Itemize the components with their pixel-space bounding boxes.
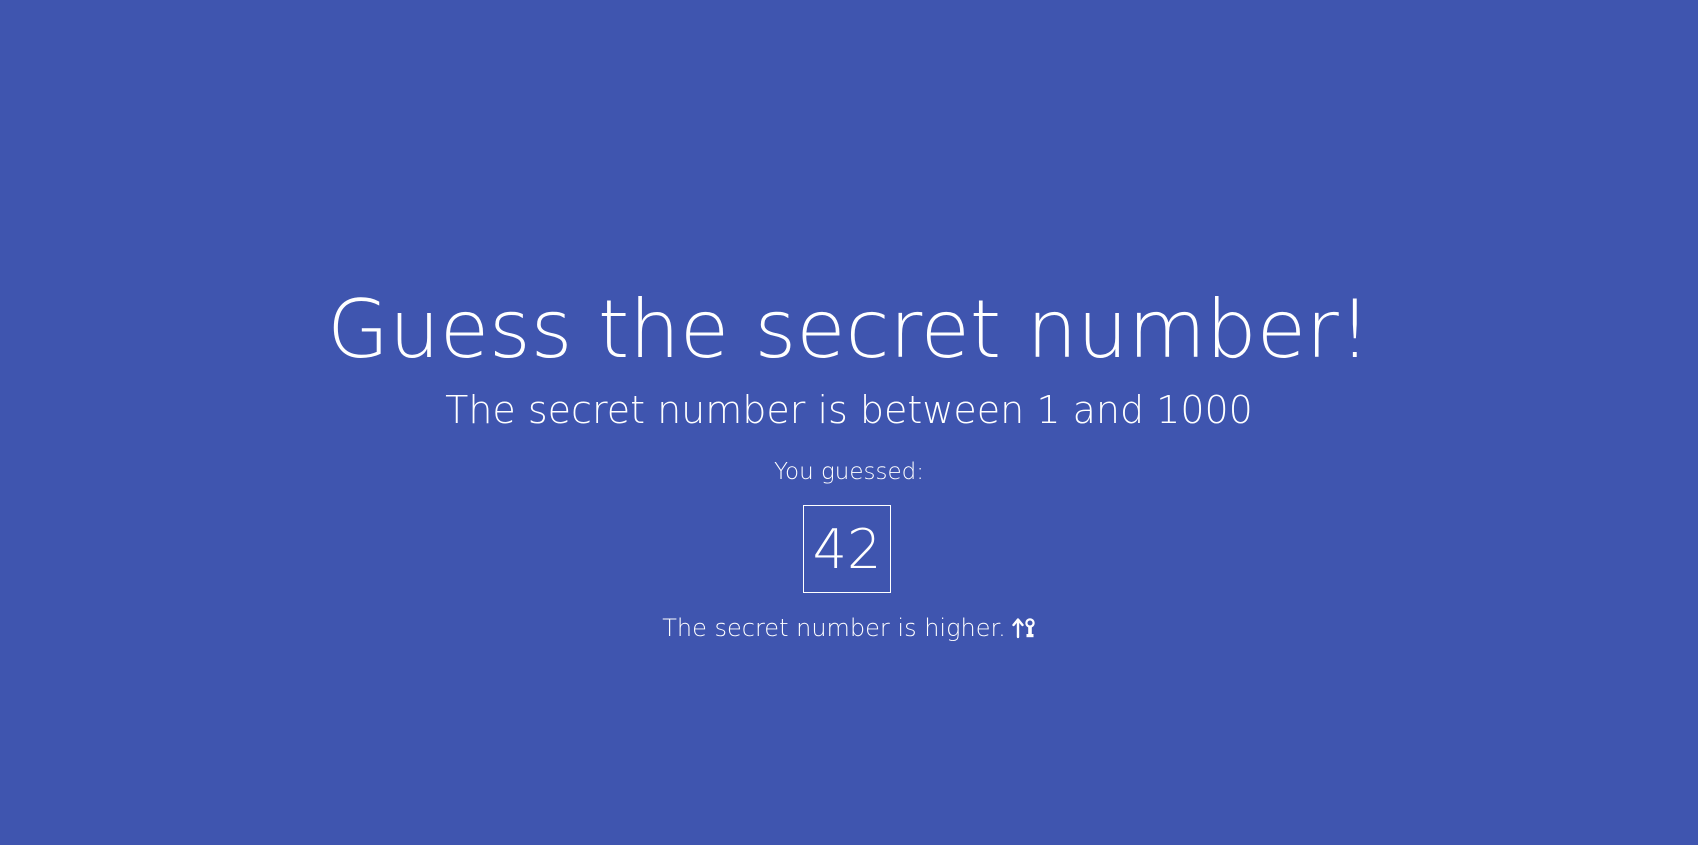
guess-value: 42 xyxy=(812,517,882,581)
arrow-up-keyhole-icon xyxy=(1012,615,1036,647)
range-description: The secret number is between 1 and 1000 xyxy=(445,388,1253,432)
page-title: Guess the secret number! xyxy=(327,283,1371,376)
guess-label: You guessed: xyxy=(774,459,924,485)
hint-message: The secret number is higher. xyxy=(0,612,1698,647)
guess-value-box: 42 xyxy=(803,505,891,593)
hint-text: The secret number is higher. xyxy=(662,614,1006,642)
game-screen: Guess the secret number! The secret numb… xyxy=(0,0,1698,845)
